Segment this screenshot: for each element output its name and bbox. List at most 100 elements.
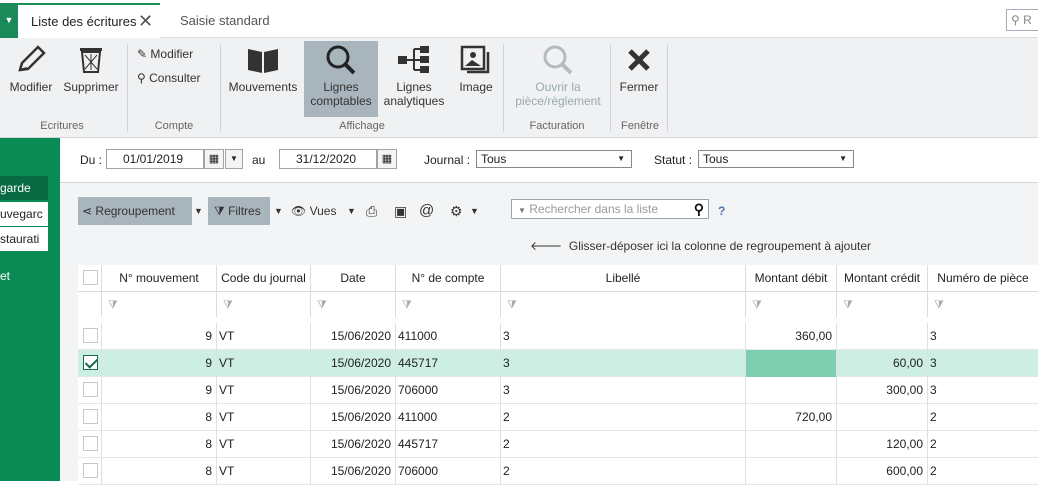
sidebar-item-sauvegarde-sub[interactable]: uvegarc — [0, 202, 48, 226]
statut-label: Statut : — [654, 153, 693, 167]
col-date[interactable]: Date — [311, 265, 396, 291]
gear-icon[interactable]: ⚙ — [450, 197, 463, 225]
pencil-icon — [18, 45, 46, 72]
supprimer-button[interactable]: Supprimer — [60, 44, 122, 94]
chevron-down-icon: ▼ — [839, 154, 847, 163]
funnel-icon[interactable]: ⧩ — [746, 291, 837, 317]
cell-journal: VT — [217, 377, 311, 404]
tab-menu-toggle[interactable]: ▼ — [0, 3, 18, 38]
cell-date: 15/06/2020 — [311, 404, 396, 431]
mouvements-button[interactable]: Mouvements — [226, 44, 300, 94]
col-piece[interactable]: Numéro de pièce — [928, 265, 1038, 291]
cell-piece: 3 — [930, 356, 937, 370]
cell-journal: VT — [217, 323, 311, 350]
group-fenetre: Fenêtre — [621, 120, 659, 132]
preview-icon[interactable]: ⎙ — [366, 197, 377, 225]
funnel-icon[interactable]: ⧩ — [396, 291, 501, 317]
statut-select[interactable]: Tous ▼ — [698, 150, 854, 168]
table-row[interactable]: 9 VT 15/06/2020 411000 3 360,00 3 — [78, 323, 1038, 350]
lignes-analytiques-button[interactable]: Lignes analytiques — [382, 44, 446, 108]
vues-button[interactable]: 👁 Vues — [291, 197, 336, 225]
filtres-button[interactable]: ⧩ Filtres — [208, 197, 270, 225]
checkbox[interactable] — [83, 436, 98, 451]
tab-liste-ecritures[interactable]: Liste des écritures ✕ — [18, 3, 160, 38]
table-row[interactable]: 9 VT 15/06/2020 445717 3 60,00 3 — [78, 350, 1038, 377]
tab-label: Liste des écritures — [31, 14, 137, 29]
cell-date: 15/06/2020 — [311, 431, 396, 458]
fermer-button[interactable]: Fermer — [614, 44, 664, 94]
cell-libelle: 3 — [501, 350, 746, 377]
funnel-icon[interactable]: ⧩ — [311, 291, 396, 317]
sidebar-item-restauration[interactable]: staurati — [0, 227, 48, 251]
image-button[interactable]: Image — [452, 44, 500, 94]
journal-select[interactable]: Tous ▼ — [476, 150, 632, 168]
table-row[interactable]: 9 VT 15/06/2020 706000 3 300,00 3 — [78, 377, 1038, 404]
tab-bar: ▼ Liste des écritures ✕ Saisie standard … — [0, 0, 1038, 38]
header-select-all[interactable] — [78, 265, 102, 291]
checkbox[interactable] — [83, 409, 98, 424]
row-checkbox-cell[interactable] — [78, 377, 102, 404]
funnel-icon[interactable]: ⧩ — [501, 291, 746, 317]
email-icon[interactable]: @ — [419, 197, 434, 225]
table-row[interactable]: 8 VT 15/06/2020 411000 2 720,00 2 — [78, 404, 1038, 431]
calendar-icon[interactable]: ▦ — [377, 149, 397, 169]
funnel-icon[interactable]: ⧩ — [837, 291, 928, 317]
close-icon[interactable]: ✕ — [138, 5, 153, 38]
sidebar-item-et[interactable]: et — [0, 264, 48, 288]
row-checkbox-cell[interactable] — [78, 404, 102, 431]
row-checkbox-cell[interactable] — [78, 323, 102, 350]
col-mouvement[interactable]: N° mouvement — [102, 265, 217, 291]
calendar-icon[interactable]: ▦ — [204, 149, 224, 169]
cell-libelle: 2 — [501, 431, 746, 458]
help-icon[interactable]: ? — [718, 197, 725, 225]
date-from-input[interactable]: 01/01/2019 — [106, 149, 204, 169]
checkbox[interactable] — [83, 463, 98, 478]
compte-modifier-button[interactable]: ✎ Modifier — [137, 46, 193, 62]
col-credit[interactable]: Montant crédit — [837, 265, 928, 291]
compte-consulter-button[interactable]: ⚲ Consulter — [137, 70, 201, 86]
print-icon[interactable]: ▣ — [394, 197, 407, 225]
chevron-down-icon[interactable]: ▼ — [347, 197, 356, 225]
ouvrir-piece-button[interactable]: Ouvrir la pièce/règlement — [508, 44, 608, 108]
col-journal[interactable]: Code du journal — [217, 265, 311, 291]
sidebar-item-sauvegarde[interactable]: garde — [0, 176, 48, 200]
filter-bar: Du : 01/01/2019 ▦ ▼ au 31/12/2020 ▦ Jour… — [60, 138, 1038, 182]
funnel-icon[interactable]: ⧩ — [928, 291, 1038, 317]
cell-compte: 445717 — [396, 350, 501, 377]
lignes-comptables-button[interactable]: Lignes comptables — [304, 41, 378, 117]
chevron-down-icon[interactable]: ▼ — [225, 149, 243, 169]
funnel-icon: ⧩ — [214, 204, 225, 218]
global-search-input[interactable]: ⚲ R — [1006, 9, 1038, 31]
modifier-button[interactable]: Modifier — [6, 44, 56, 94]
cell-debit — [746, 431, 837, 458]
list-search-input[interactable]: ▼ Rechercher dans la liste ⚲ — [511, 199, 709, 219]
table-row[interactable]: 8 VT 15/06/2020 445717 2 120,00 2 — [78, 431, 1038, 458]
cell-credit: 120,00 — [837, 431, 928, 458]
cell-compte: 706000 — [396, 377, 501, 404]
cell-compte: 411000 — [396, 404, 501, 431]
row-checkbox-cell[interactable] — [78, 350, 102, 377]
chevron-down-icon[interactable]: ▼ — [194, 197, 203, 225]
cell-debit — [746, 377, 837, 404]
chevron-down-icon[interactable]: ▼ — [274, 197, 283, 225]
arrow-left-icon: 🡐 — [530, 239, 563, 253]
date-to-input[interactable]: 31/12/2020 — [279, 149, 377, 169]
cell-piece: 2 — [930, 410, 937, 424]
tab-saisie-standard[interactable]: Saisie standard — [180, 3, 270, 38]
col-libelle[interactable]: Libellé — [501, 265, 746, 291]
checkbox[interactable] — [83, 382, 98, 397]
col-debit[interactable]: Montant débit — [746, 265, 837, 291]
search-icon[interactable]: ⚲ — [694, 200, 704, 218]
cell-debit — [746, 350, 837, 377]
checkbox[interactable] — [83, 355, 98, 370]
funnel-icon[interactable]: ⧩ — [102, 291, 217, 317]
row-checkbox-cell[interactable] — [78, 431, 102, 458]
checkbox[interactable] — [83, 328, 98, 343]
regroupement-button[interactable]: ⋖ Regroupement — [78, 197, 192, 225]
close-icon — [628, 49, 650, 71]
checkbox[interactable] — [83, 270, 98, 285]
chevron-down-icon[interactable]: ▼ — [470, 197, 479, 225]
cell-credit: 60,00 — [837, 350, 928, 377]
col-compte[interactable]: N° de compte — [396, 265, 501, 291]
funnel-icon[interactable]: ⧩ — [217, 291, 311, 317]
